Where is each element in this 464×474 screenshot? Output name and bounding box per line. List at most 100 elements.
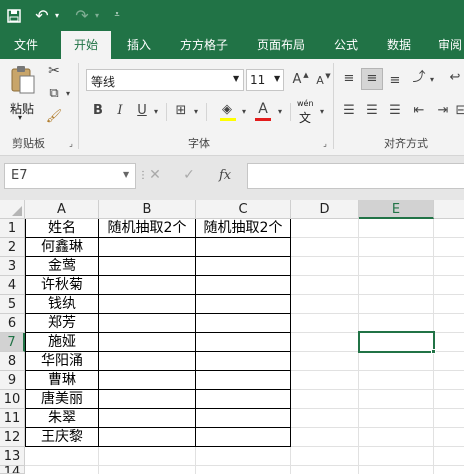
cell-a2[interactable]: 何鑫琳 [26,238,98,257]
undo-dropdown-icon[interactable]: ▾ [52,0,62,31]
name-box[interactable]: E7 ▼ [4,163,136,189]
underline-button[interactable]: U [134,103,150,119]
cut-icon[interactable]: ✂ [44,63,64,79]
borders-icon[interactable]: ⊞ [172,103,190,119]
cell-a8[interactable]: 华阳涌 [26,352,98,371]
italic-button[interactable]: I [112,103,128,119]
font-launcher-icon[interactable]: ⌟ [320,136,330,152]
orientation-icon[interactable]: ⤴ [410,70,428,86]
row-header-4[interactable]: 4 [0,276,25,295]
column-header-d[interactable]: D [291,200,359,219]
grow-font-arrow-icon: ▲ [303,71,309,79]
underline-dropdown-icon[interactable]: ▾ [152,104,160,120]
cell-a9[interactable]: 曹琳 [26,371,98,390]
font-size-dropdown[interactable]: 11 ▼ [246,69,284,91]
table-border [195,219,196,447]
row-header-11[interactable]: 11 [0,409,25,428]
row-header-2[interactable]: 2 [0,238,25,257]
selected-cell-e7[interactable] [358,331,435,353]
fill-color-dropdown-icon[interactable]: ▾ [240,104,248,120]
redo-dropdown-icon[interactable]: ▾ [92,0,102,31]
row-header-5[interactable]: 5 [0,295,25,314]
column-header-c[interactable]: C [196,200,291,219]
row-header-3[interactable]: 3 [0,257,25,276]
increase-indent-icon[interactable]: ⇥ [434,103,452,119]
align-bottom-icon[interactable]: ≡ [386,73,404,89]
copy-dropdown-icon[interactable]: ▾ [64,86,72,102]
phonetic-dropdown-icon[interactable]: ▾ [318,104,326,120]
cell-a10[interactable]: 唐美丽 [26,390,98,409]
column-header-a[interactable]: A [25,200,99,219]
row-header-6[interactable]: 6 [0,314,25,333]
save-icon[interactable] [4,0,24,35]
cell-c1[interactable]: 随机抽取2个 [196,219,290,238]
font-name-dropdown[interactable]: 等线 ▼ [86,69,244,91]
chevron-down-icon: ▼ [123,170,130,179]
align-left-icon[interactable]: ☰ [340,103,358,119]
font-group-label: 字体 [188,137,210,150]
cell-a7[interactable]: 施娅 [26,333,98,352]
fill-handle[interactable] [431,349,436,354]
wrap-text-icon[interactable]: ↩ [446,70,464,86]
title-bar: ↶ ▾ ↷ ▾ ⩡ [0,0,464,31]
gridline [25,465,464,466]
cell-a4[interactable]: 许秋菊 [26,276,98,295]
undo-icon[interactable]: ↶ [32,0,52,31]
tab-review[interactable]: 审阅 [430,31,464,59]
row-header-10[interactable]: 10 [0,390,25,409]
paste-dropdown-icon[interactable]: ▾ [18,113,22,122]
row-header-9[interactable]: 9 [0,371,25,390]
row-header-13[interactable]: 13 [0,447,25,466]
formula-input[interactable] [247,163,464,189]
cell-a5[interactable]: 钱纨 [26,295,98,314]
redo-icon[interactable]: ↷ [72,0,92,31]
row-header-14[interactable]: 14 [0,466,25,474]
cell-a11[interactable]: 朱翠 [26,409,98,428]
phonetic-guide-button[interactable]: 文 [299,109,311,126]
align-middle-icon: ≡ [366,71,378,86]
cell-a1[interactable]: 姓名 [26,219,98,238]
tab-file[interactable]: 文件 [4,31,48,59]
column-header-e[interactable]: E [359,200,434,219]
tab-home[interactable]: 开始 [61,31,111,59]
decrease-indent-icon[interactable]: ⇤ [410,103,428,119]
insert-function-button[interactable]: fx [219,168,231,183]
cell-b1[interactable]: 随机抽取2个 [99,219,195,238]
customize-qat-icon[interactable]: ⩡ [110,0,124,31]
confirm-entry-icon[interactable]: ✓ [180,167,198,183]
font-color-dropdown-icon[interactable]: ▾ [276,104,284,120]
row-header-12[interactable]: 12 [0,428,25,447]
align-center-icon[interactable]: ☰ [363,103,381,119]
font-color-swatch [255,118,271,121]
cell-a3[interactable]: 金莺 [26,257,98,276]
align-right-icon[interactable]: ☰ [386,103,404,119]
clipboard-launcher-icon[interactable]: ⌟ [66,136,76,152]
worksheet-grid: A B C D E 1 2 3 4 5 6 7 8 9 10 11 12 13 … [0,200,464,474]
select-all-triangle-icon [12,206,22,216]
align-top-icon[interactable]: ≡ [340,71,358,87]
tab-formulas[interactable]: 公式 [325,31,367,59]
bold-button[interactable]: B [88,103,108,119]
fill-color-icon[interactable]: ◈ [218,102,236,118]
borders-dropdown-icon[interactable]: ▾ [192,104,200,120]
paste-button[interactable]: 粘贴 ▾ [6,65,40,122]
format-painter-icon[interactable]: 🖌 [44,109,64,125]
column-header-f[interactable] [434,200,464,219]
copy-icon[interactable]: ⧉ [44,86,64,102]
row-header-1[interactable]: 1 [0,219,25,238]
tab-data[interactable]: 数据 [378,31,420,59]
font-color-button[interactable]: A [256,101,270,117]
shrink-font-arrow-icon: ▼ [325,72,331,80]
select-all-button[interactable] [0,200,25,219]
orientation-dropdown-icon[interactable]: ▾ [428,72,436,88]
row-header-8[interactable]: 8 [0,352,25,371]
tab-page-layout[interactable]: 页面布局 [248,31,314,59]
tab-fangfanggezi[interactable]: 方方格子 [171,31,237,59]
cell-a12[interactable]: 王庆黎 [26,428,98,447]
cancel-entry-icon[interactable]: ✕ [146,167,164,183]
row-header-7[interactable]: 7 [0,333,25,352]
tab-insert[interactable]: 插入 [118,31,160,59]
column-header-b[interactable]: B [99,200,196,219]
cell-a6[interactable]: 郑芳 [26,314,98,333]
merge-center-icon[interactable]: ⊟ [454,103,464,119]
